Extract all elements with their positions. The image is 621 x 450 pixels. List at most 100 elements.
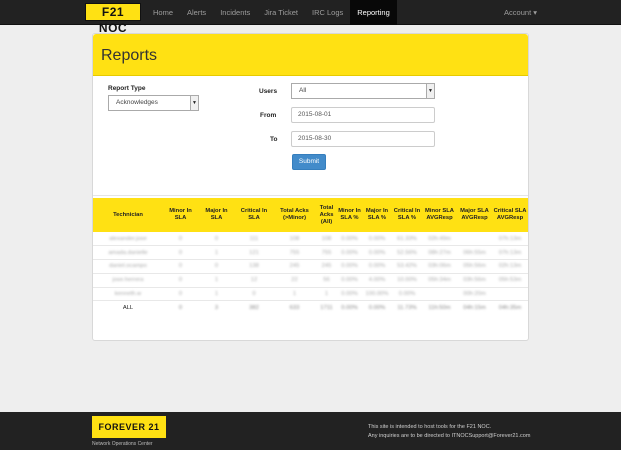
nav-incidents[interactable]: Incidents	[213, 0, 257, 25]
table-row-total: ALL 0 3 382 633 1711 0.00% 0.00% 11.73% …	[93, 301, 528, 315]
table-cell: 07h:13m	[492, 245, 528, 261]
table-cell: 0.00%	[337, 287, 362, 302]
table-cell: 121	[235, 245, 273, 261]
col-header: Major SLA AVGResp	[457, 198, 492, 232]
table-cell	[457, 232, 492, 247]
table-cell: jose.herrera	[93, 273, 163, 288]
col-header: Minor In SLA	[163, 198, 198, 232]
table-cell: daniel.ocampo	[93, 259, 163, 274]
table-cell: 06h:55m	[457, 245, 492, 261]
table-cell: 03h:56m	[457, 273, 492, 288]
page-title: Reports	[101, 47, 158, 64]
table-cell: ALL	[122, 305, 134, 312]
dropdown-arrow-icon: ▼	[426, 84, 434, 98]
brand-logo[interactable]: F21 NOC	[85, 3, 141, 35]
col-header: Critical SLA AVGResp	[492, 198, 528, 232]
table-cell: 245	[316, 259, 337, 274]
table-cell: 12	[235, 273, 273, 288]
report-type-value: Acknowledges	[116, 99, 158, 106]
table-cell: 0	[163, 273, 198, 288]
panel-header: Reports	[93, 34, 528, 76]
table-cell: 1	[198, 273, 235, 288]
table-cell: 382	[249, 305, 259, 312]
to-date-input[interactable]: 2015-08-30	[291, 131, 435, 147]
table-cell: 755	[273, 245, 316, 261]
report-table: Technician Minor In SLA Major In SLA Cri…	[93, 198, 528, 315]
table-cell: 00h:20m	[457, 287, 492, 302]
table-cell: 1	[198, 245, 235, 261]
table-cell: 0.00%	[362, 232, 392, 247]
table-cell: 1	[273, 287, 316, 302]
table-cell	[492, 287, 528, 302]
table-cell: 108	[316, 232, 337, 247]
table-cell: 0	[198, 232, 235, 247]
table-cell: 52.56%	[392, 245, 422, 261]
table-cell: 0.00%	[337, 245, 362, 261]
table-cell: 22	[273, 273, 316, 288]
table-cell: 0	[198, 259, 235, 274]
table-cell: 0	[163, 232, 198, 247]
table-row: amada.danielle 0 1 121 755 755 0.00% 0.0…	[93, 245, 528, 261]
table-cell: 1	[316, 287, 337, 302]
table-cell: 03h:06m	[422, 259, 457, 274]
footer-line-1: This site is intended to host tools for …	[368, 424, 492, 430]
col-header: Critical In SLA	[235, 198, 273, 232]
page-footer: FOREVER 21 Network Operations Center Thi…	[0, 412, 621, 450]
report-type-select[interactable]: Acknowledges ▼	[108, 95, 199, 111]
table-cell: 05h:56m	[457, 259, 492, 274]
from-date-input[interactable]: 2015-08-01	[291, 107, 435, 123]
submit-button[interactable]: Submit	[292, 154, 326, 170]
table-cell: 0.00%	[337, 259, 362, 274]
table-cell: 53.42%	[392, 259, 422, 274]
table-cell: 0	[163, 287, 198, 302]
table-cell: 0.00%	[337, 273, 362, 288]
to-label: To	[270, 136, 278, 143]
table-cell: 04h:35m	[498, 305, 522, 312]
noc-subtitle: Network Operations Center	[92, 441, 153, 447]
report-type-label: Report Type	[108, 85, 146, 92]
table-cell: 05h:53m	[492, 273, 528, 288]
col-header: Technician	[93, 198, 163, 232]
table-cell: kenneth.w	[93, 287, 163, 302]
table-cell: 08h:27m	[422, 245, 457, 261]
table-cell: 1	[198, 287, 235, 302]
table-cell: 0	[163, 259, 198, 274]
table-cell: amada.danielle	[93, 245, 163, 261]
table-cell: 1711	[320, 305, 333, 312]
nav-irc-logs[interactable]: IRC Logs	[305, 0, 350, 25]
footer-line-2: Any inquiries are to be directed to ITNO…	[368, 433, 531, 439]
table-cell: 0	[235, 287, 273, 302]
dropdown-arrow-icon: ▼	[190, 96, 198, 110]
col-header: Critical In SLA %	[392, 198, 422, 232]
table-cell: 0	[163, 245, 198, 261]
table-row: jose.herrera 0 1 12 22 56 0.00% 4.00% 10…	[93, 273, 528, 288]
table-cell: 0.00%	[337, 232, 362, 247]
table-cell: 10.00%	[392, 273, 422, 288]
table-cell: alexander.jose	[93, 232, 163, 247]
table-cell: 05h:34m	[422, 273, 457, 288]
users-select[interactable]: All ▼	[291, 83, 435, 99]
account-menu[interactable]: Account ▾	[504, 0, 537, 25]
table-cell: 11.73%	[397, 305, 417, 312]
nav-alerts[interactable]: Alerts	[180, 0, 213, 25]
table-row: alexander.jose 0 0 111 108 108 0.00% 0.0…	[93, 232, 528, 247]
table-cell: 04h:15m	[463, 305, 486, 312]
top-navbar: F21 NOC Home Alerts Incidents Jira Ticke…	[0, 0, 621, 35]
table-row: kenneth.w 0 1 0 1 1 0.00% 100.00% 0.00% …	[93, 287, 528, 302]
table-cell: 0.00%	[392, 287, 422, 302]
col-header: Major In SLA	[198, 198, 235, 232]
table-cell: 02h:13m	[492, 259, 528, 274]
footer-text: This site is intended to host tools for …	[368, 423, 530, 441]
main-nav: Home Alerts Incidents Jira Ticket IRC Lo…	[146, 0, 397, 25]
table-cell: 56	[316, 273, 337, 288]
nav-reporting[interactable]: Reporting	[350, 0, 397, 25]
table-cell: 755	[316, 245, 337, 261]
table-cell: 0.00%	[368, 305, 386, 312]
users-label: Users	[259, 88, 278, 95]
nav-home[interactable]: Home	[146, 0, 180, 25]
table-row: daniel.ocampo 0 0 138 245 245 0.00% 0.00…	[93, 259, 528, 274]
nav-jira-ticket[interactable]: Jira Ticket	[257, 0, 305, 25]
forever21-logo: FOREVER 21	[92, 416, 166, 438]
table-cell: 07h:13m	[492, 232, 528, 247]
col-header: Total Acks (All)	[316, 198, 337, 232]
